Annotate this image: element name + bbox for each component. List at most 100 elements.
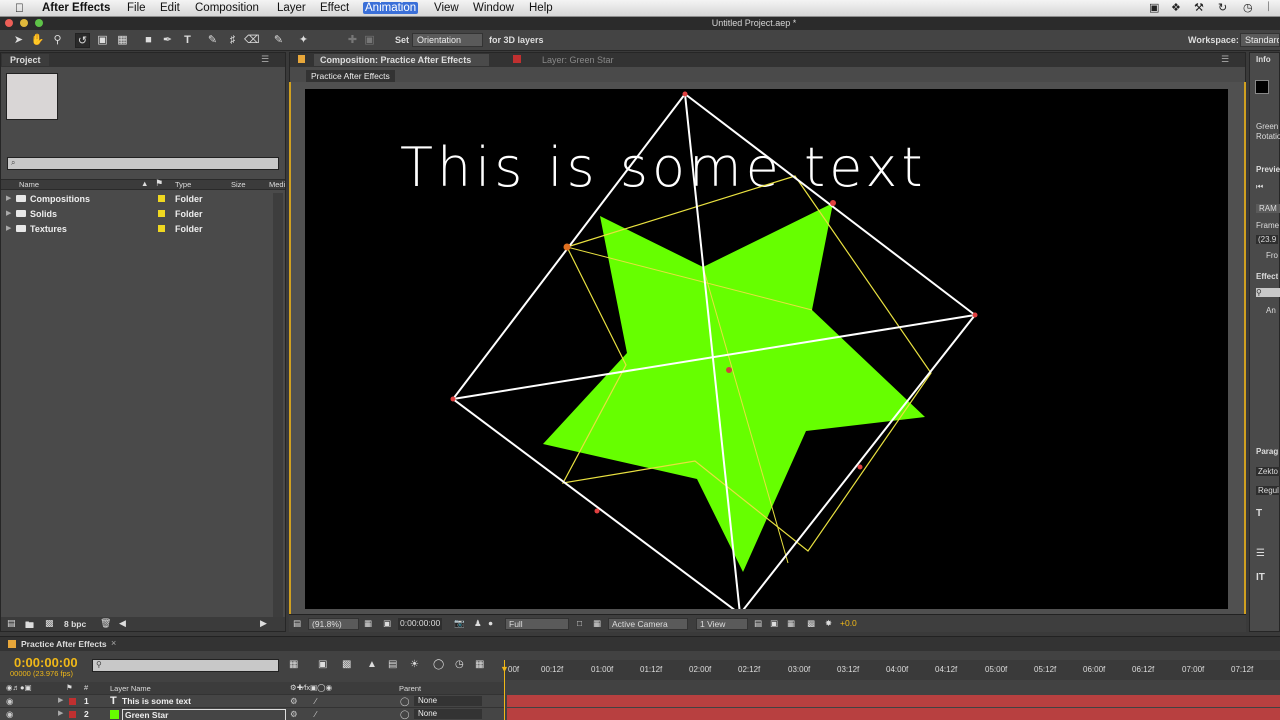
safe-zones-icon[interactable]: ▦ (364, 618, 372, 630)
label-swatch[interactable] (158, 195, 165, 202)
layer-row[interactable]: ◉ ▶ 1 T This is some text ⚙ ∕ ◯ None (0, 694, 505, 707)
motion-blur-icon[interactable]: ☀ (410, 659, 419, 670)
menu-layer[interactable]: Layer (277, 2, 306, 14)
expand-triangle-icon[interactable]: ▶ (58, 709, 63, 717)
layer-name[interactable]: Green Star (122, 709, 286, 720)
pen-tool-icon[interactable]: ✒ (160, 33, 175, 48)
frame-blending-icon[interactable]: ▤ (388, 659, 397, 670)
app-menu[interactable]: After Effects (42, 2, 110, 14)
size-column-header[interactable]: Size (231, 180, 246, 189)
project-item-compositions[interactable]: ▶ Compositions Folder (1, 192, 271, 206)
timeline-icon[interactable]: ▦ (787, 618, 795, 630)
fast-previews-icon[interactable]: ▣ (770, 618, 778, 630)
selection-tool-icon[interactable]: ➤ (11, 33, 26, 48)
hand-tool-icon[interactable]: ✋ (30, 33, 45, 48)
resolution-dropdown[interactable]: Full (505, 618, 569, 630)
eraser-tool-icon[interactable]: ⌫ (244, 33, 260, 48)
project-scrollbar[interactable] (273, 193, 283, 618)
exposure-value[interactable]: +0.0 (840, 618, 857, 630)
layer-label-swatch[interactable] (69, 711, 76, 718)
type-column-header[interactable]: Type (175, 180, 191, 189)
project-item-solids[interactable]: ▶ Solids Folder (1, 207, 271, 221)
close-tab-icon[interactable]: × (111, 638, 116, 648)
show-snapshot-icon[interactable]: ♟ (474, 618, 482, 630)
graph-editor-icon[interactable]: ▦ (475, 659, 484, 670)
sort-chevron-icon[interactable]: ▲ (141, 179, 148, 188)
shy-switch-icon[interactable]: ⚙ (290, 696, 298, 707)
new-composition-icon[interactable]: ▩ (45, 618, 54, 629)
label-swatch[interactable] (158, 210, 165, 217)
pan-behind-tool-icon[interactable]: ▦ (115, 33, 130, 48)
orientation-dropdown[interactable]: Orientation (412, 33, 483, 47)
effects-category-item[interactable]: An (1266, 306, 1276, 315)
exposure-reset-icon[interactable]: ✸ (825, 618, 832, 630)
tool-icon[interactable]: ⚒ (1194, 1, 1204, 14)
camera-tool-icon[interactable]: ▣ (95, 33, 110, 48)
label-swatch[interactable] (158, 225, 165, 232)
puppet-pin-tool-icon[interactable]: ✦ (296, 33, 311, 48)
menu-edit[interactable]: Edit (160, 2, 180, 14)
layer-name[interactable]: This is some text (122, 696, 191, 706)
workspace-dropdown[interactable]: Standard (1240, 33, 1280, 47)
expand-triangle-icon[interactable]: ▶ (6, 209, 11, 217)
interpret-footage-icon[interactable]: ▤ (7, 618, 16, 629)
rotation-tool-icon[interactable]: ↺ (75, 33, 90, 48)
view-layout-dropdown[interactable]: 1 View (696, 618, 748, 630)
auto-keyframe-icon[interactable]: ◷ (455, 659, 464, 670)
world-axis-mode-icon[interactable]: ▣ (362, 33, 377, 48)
project-item-textures[interactable]: ▶ Textures Folder (1, 222, 271, 236)
composition-canvas[interactable]: This is some text (305, 89, 1228, 609)
panel-menu-icon[interactable]: ☰ (1221, 54, 1229, 65)
quality-switch-icon[interactable]: ∕ (315, 696, 316, 706)
star-and-camera-overlay[interactable] (305, 89, 1228, 609)
timeline-search-input[interactable]: ⚲ (92, 659, 279, 672)
pick-whip-icon[interactable]: ◯ (400, 696, 410, 707)
always-preview-icon[interactable]: ▤ (293, 618, 301, 630)
scroll-left-icon[interactable]: ◀ (119, 618, 126, 629)
expand-triangle-icon[interactable]: ▶ (6, 224, 11, 232)
expand-triangle-icon[interactable]: ▶ (6, 194, 11, 202)
quality-switch-icon[interactable]: ∕ (315, 709, 316, 719)
shy-layers-icon[interactable]: ▲ (367, 659, 377, 670)
parent-dropdown[interactable]: None (414, 709, 482, 719)
visibility-icon[interactable]: ◉ (6, 709, 13, 720)
project-search-input[interactable]: ⌕ (7, 157, 279, 170)
timeline-current-time[interactable]: 0:00:00:00 (14, 655, 78, 670)
region-of-interest-icon[interactable]: ▣ (383, 618, 391, 630)
toggle-pixel-aspect-icon[interactable]: ▤ (754, 618, 762, 630)
layer-duration-bar[interactable] (507, 708, 1280, 720)
media-column-header[interactable]: Medi (269, 180, 285, 189)
shy-switch-icon[interactable]: ⚙ (290, 709, 298, 720)
time-machine-icon[interactable]: ◷ (1243, 1, 1253, 14)
trash-icon[interactable]: 🗑 (100, 618, 111, 629)
layer-label-swatch[interactable] (69, 698, 76, 705)
parent-dropdown[interactable]: None (414, 696, 482, 706)
snapshot-icon[interactable]: 📷 (454, 618, 465, 630)
bit-depth-button[interactable]: 8 bpc (64, 619, 86, 629)
layer-tab[interactable]: Layer: Green Star (542, 55, 614, 65)
name-column-header[interactable]: Name (19, 180, 39, 189)
visibility-icon[interactable]: ◉ (6, 696, 13, 707)
screen-record-icon[interactable]: ▣ (1149, 1, 1159, 14)
layer-row[interactable]: ◉ ▶ 2 Green Star ⚙ ∕ ◯ None (0, 707, 505, 720)
current-time-display[interactable]: 0:00:00:00 (398, 618, 443, 630)
brainstorm-icon[interactable]: ◯ (433, 659, 444, 670)
region-icon[interactable]: □ (577, 618, 582, 630)
parent-column-header[interactable]: Parent (399, 684, 421, 693)
roto-brush-tool-icon[interactable]: ✎ (271, 33, 286, 48)
brush-tool-icon[interactable]: ✎ (205, 33, 220, 48)
dropbox-icon[interactable]: ❖ (1171, 1, 1181, 14)
info-panel-tab[interactable]: Info (1256, 55, 1271, 64)
pick-whip-icon[interactable]: ◯ (400, 709, 410, 720)
label-column-icon[interactable]: ⚑ (155, 178, 163, 189)
playhead-handle-icon[interactable]: ▼ (500, 664, 509, 674)
expand-triangle-icon[interactable]: ▶ (58, 696, 63, 704)
font-size-icon[interactable]: T (1256, 508, 1262, 519)
font-style-dropdown[interactable]: Regul (1256, 486, 1280, 495)
ram-preview-options[interactable]: RAM (1256, 204, 1280, 213)
layer-name-column-header[interactable]: Layer Name (110, 684, 151, 693)
first-frame-icon[interactable]: ⏮ (1256, 182, 1263, 192)
label-column-icon[interactable]: ⚑ (66, 683, 73, 692)
vertical-scale-icon[interactable]: IT (1256, 572, 1265, 583)
font-family-dropdown[interactable]: Zekto (1256, 467, 1280, 476)
